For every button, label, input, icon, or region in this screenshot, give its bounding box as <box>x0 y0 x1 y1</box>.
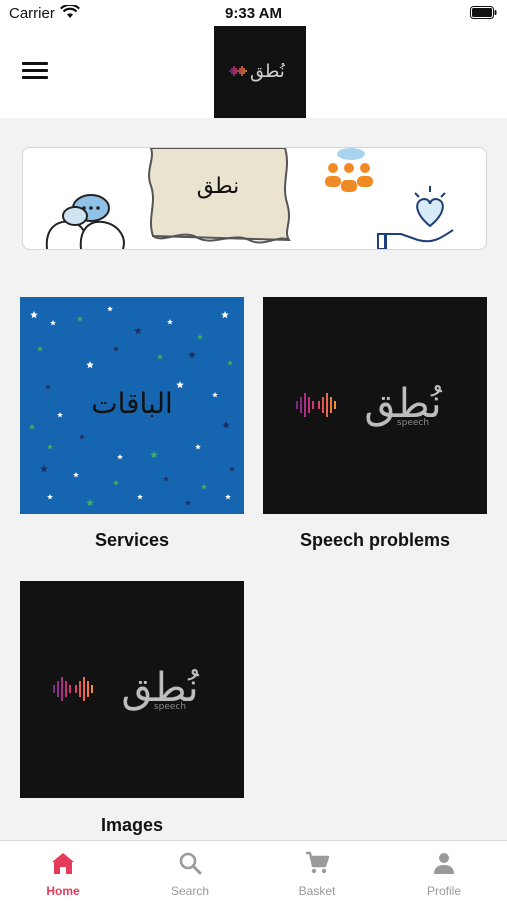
hamburger-menu-icon <box>22 62 48 65</box>
star-icon <box>79 434 85 440</box>
star-icon <box>134 327 142 335</box>
star-icon <box>107 306 113 312</box>
images-label[interactable]: Images <box>20 815 244 836</box>
scroll-text: نطق <box>197 174 240 199</box>
heart-hand-icon <box>377 186 454 249</box>
chat-people-icon <box>45 194 125 249</box>
speech-problems-tile[interactable]: نُطق speech <box>263 297 487 514</box>
speech-logo-icon: نُطق speech <box>296 381 442 428</box>
star-icon <box>29 424 35 430</box>
logo-mark-icon: نُطق <box>229 61 286 82</box>
star-icon <box>40 465 48 473</box>
star-icon <box>227 360 233 366</box>
star-icon <box>37 346 43 352</box>
tab-search-label: Search <box>170 884 210 898</box>
tab-home[interactable]: Home <box>0 841 126 901</box>
star-icon <box>225 494 231 500</box>
tab-profile-label: Profile <box>426 884 461 898</box>
cart-icon <box>306 851 329 874</box>
star-icon <box>229 466 235 472</box>
svg-text:نُطق: نُطق <box>250 61 286 82</box>
star-icon <box>197 334 203 340</box>
tab-search[interactable]: Search <box>127 841 253 901</box>
speech-logo-sub: speech <box>397 418 429 428</box>
group-icon <box>325 148 373 192</box>
star-icon <box>167 319 173 325</box>
star-icon <box>157 354 163 360</box>
person-icon <box>434 853 454 874</box>
star-icon <box>30 311 38 319</box>
star-icon <box>47 494 53 500</box>
star-icon <box>222 421 230 429</box>
images-logo-icon: نُطق speech <box>53 665 199 712</box>
star-icon <box>221 311 229 319</box>
star-icon <box>50 320 56 326</box>
app-header: نُطق <box>0 26 507 118</box>
tab-basket[interactable]: Basket <box>254 841 380 901</box>
star-icon <box>188 351 196 359</box>
star-icon <box>47 444 53 450</box>
banner-illustration: نطق <box>45 148 454 249</box>
tab-basket-label: Basket <box>298 884 336 898</box>
images-tile[interactable]: نُطق speech <box>20 581 244 798</box>
tab-profile[interactable]: Profile <box>381 841 507 901</box>
star-icon <box>150 451 158 459</box>
menu-button[interactable] <box>22 62 48 82</box>
star-icon <box>113 346 119 352</box>
home-icon <box>52 853 74 874</box>
bottom-tab-bar: Home Search Basket Profile <box>0 840 507 901</box>
star-icon <box>73 472 79 478</box>
star-icon <box>195 444 201 450</box>
star-icon <box>201 484 207 490</box>
promo-banner[interactable]: نطق <box>22 147 487 250</box>
status-bar: Carrier 9:33 AM <box>0 0 507 26</box>
star-icon <box>86 499 94 507</box>
services-label[interactable]: Services <box>20 530 244 551</box>
search-icon <box>179 852 202 875</box>
star-icon <box>185 500 191 506</box>
speech-problems-label[interactable]: Speech problems <box>263 530 487 551</box>
services-tile[interactable]: الباقات <box>20 297 244 514</box>
scroll-icon: نطق <box>148 148 291 244</box>
battery-icon <box>470 6 497 19</box>
star-icon <box>77 316 83 322</box>
star-icon <box>113 480 119 486</box>
images-logo-sub: speech <box>154 702 186 712</box>
app-logo: نُطق <box>214 26 306 118</box>
tab-home-label: Home <box>46 884 80 898</box>
clock: 9:33 AM <box>225 5 282 22</box>
star-icon <box>163 476 169 482</box>
services-image-text: الباقات <box>91 387 173 420</box>
star-icon <box>86 361 94 369</box>
star-icon <box>117 454 123 460</box>
star-icon <box>137 494 143 500</box>
